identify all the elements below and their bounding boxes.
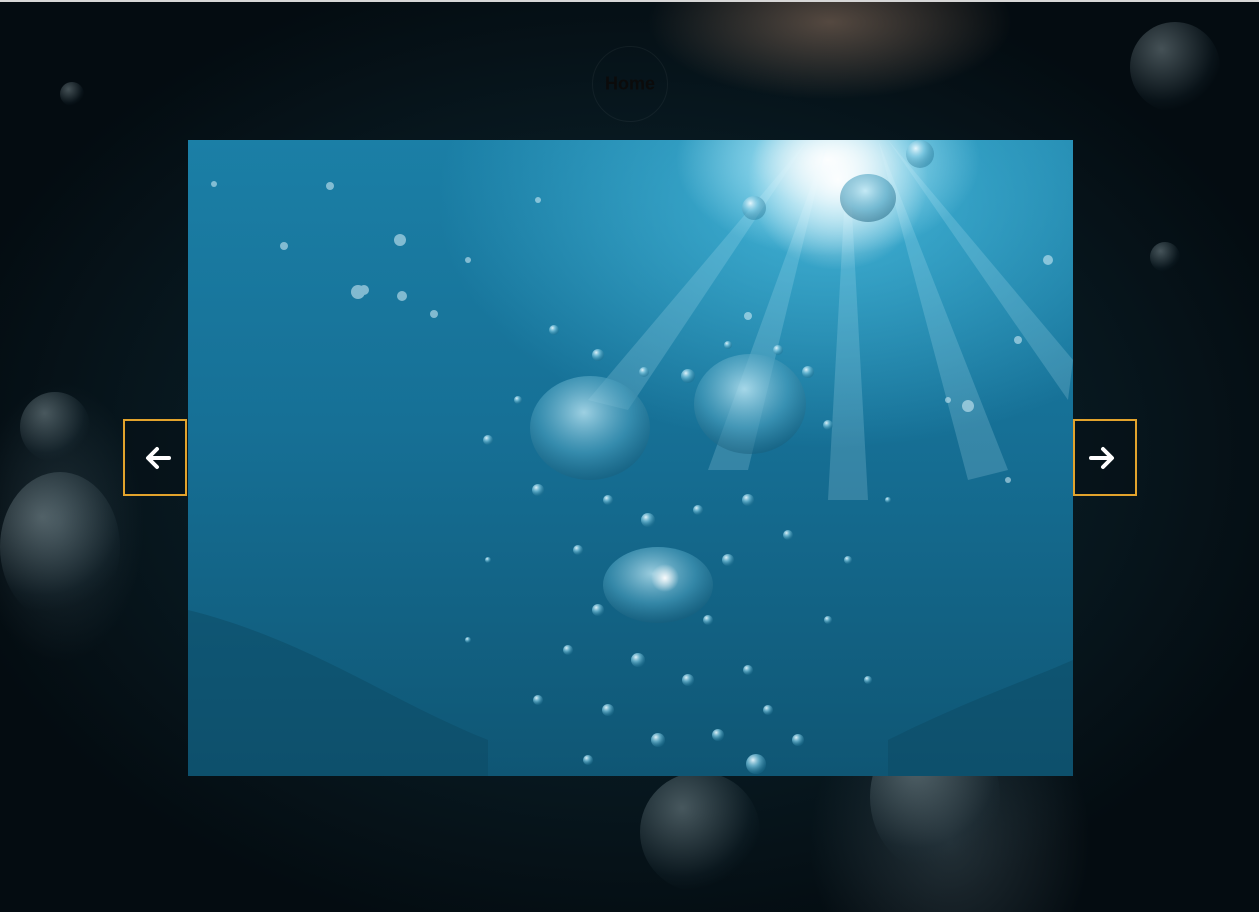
background-bubble [0, 472, 120, 622]
next-slide-button[interactable] [1073, 419, 1137, 496]
background-bubble [20, 392, 90, 462]
background-bubble [1150, 242, 1180, 272]
background-bubble [1130, 22, 1220, 112]
page: Home [0, 0, 1259, 912]
home-link[interactable]: Home [605, 74, 655, 95]
prev-slide-button[interactable] [123, 419, 187, 496]
arrow-right-icon [1089, 446, 1114, 469]
carousel-slide-image [188, 140, 1073, 776]
background-bubble [640, 772, 760, 892]
background-bubble [60, 82, 84, 106]
arrow-left-icon [146, 446, 171, 469]
underwater-bubbles-image [188, 140, 1073, 776]
